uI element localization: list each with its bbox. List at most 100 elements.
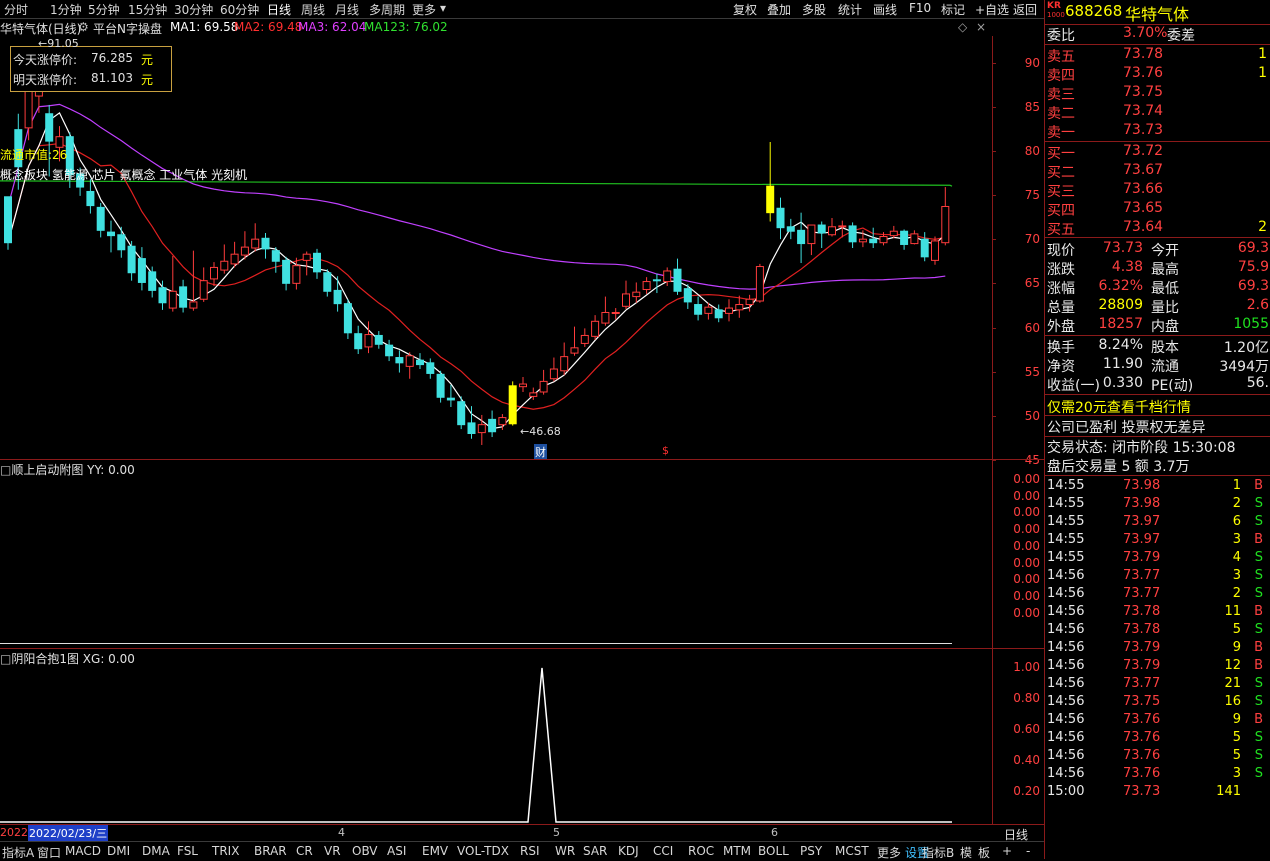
candle-body[interactable] bbox=[498, 417, 507, 426]
candle-body[interactable] bbox=[436, 373, 445, 398]
period-multi[interactable]: 多周期 bbox=[369, 1, 405, 18]
period-30min[interactable]: 30分钟 bbox=[174, 1, 213, 18]
indicator-tab-21[interactable]: BOLL bbox=[758, 844, 789, 858]
indicator-tab-0[interactable]: 指标A bbox=[2, 844, 34, 861]
candle-body[interactable] bbox=[652, 279, 661, 282]
indicator-tab-17[interactable]: KDJ bbox=[618, 844, 639, 858]
date-selected[interactable]: 2022/02/23/三 bbox=[28, 825, 109, 841]
candle-body[interactable] bbox=[426, 362, 435, 374]
candle-body[interactable] bbox=[519, 383, 527, 388]
candle-body[interactable] bbox=[477, 424, 486, 434]
indicator-tab-14[interactable]: RSI bbox=[520, 844, 540, 858]
candle-body[interactable] bbox=[467, 422, 476, 434]
promo-text[interactable]: 仅需20元查看千档行情 bbox=[1047, 400, 1191, 416]
tool-diejia[interactable]: 叠加 bbox=[767, 1, 791, 18]
bid-row[interactable]: 买二 73.67 bbox=[1047, 162, 1269, 181]
candle-body[interactable] bbox=[848, 225, 857, 243]
candle-body[interactable] bbox=[354, 333, 363, 350]
candle-body[interactable] bbox=[601, 311, 610, 324]
candle-body[interactable] bbox=[251, 238, 260, 249]
candle-body[interactable] bbox=[446, 397, 455, 401]
candle-body[interactable] bbox=[416, 359, 424, 366]
indicator-tab-19[interactable]: ROC bbox=[688, 844, 714, 858]
bottom-right-3[interactable]: + bbox=[1002, 844, 1012, 858]
indicator-tab-1[interactable]: 窗口 bbox=[37, 844, 61, 861]
candle-body[interactable] bbox=[869, 238, 878, 244]
tool-huaxian[interactable]: 画线 bbox=[873, 1, 897, 18]
candle-body[interactable] bbox=[858, 238, 867, 243]
candlestick-chart[interactable] bbox=[0, 36, 992, 460]
candle-body[interactable] bbox=[683, 288, 692, 303]
candle-body[interactable] bbox=[230, 253, 239, 265]
candle-body[interactable] bbox=[529, 392, 538, 397]
period-5min[interactable]: 5分钟 bbox=[88, 1, 120, 18]
candle-body[interactable] bbox=[632, 291, 641, 298]
candle-body[interactable] bbox=[385, 344, 394, 357]
candle-body[interactable] bbox=[158, 287, 167, 304]
candle-body[interactable] bbox=[694, 304, 703, 315]
candle-body[interactable] bbox=[663, 270, 672, 283]
candle-body[interactable] bbox=[611, 311, 620, 314]
indicator-tab-5[interactable]: FSL bbox=[177, 844, 198, 858]
ask-row[interactable]: 卖四 73.76 1 bbox=[1047, 65, 1269, 84]
candle-body[interactable] bbox=[889, 230, 898, 237]
period-fenshi[interactable]: 分时 bbox=[4, 1, 28, 18]
candle-body[interactable] bbox=[488, 418, 497, 433]
candle-body[interactable] bbox=[735, 304, 744, 311]
indicator-name[interactable]: 平台N字操盘 bbox=[93, 20, 162, 37]
candle-body[interactable] bbox=[920, 238, 929, 258]
candle-body[interactable] bbox=[766, 185, 775, 214]
indicator-tab-2[interactable]: MACD bbox=[65, 844, 101, 858]
indicator-tab-3[interactable]: DMI bbox=[107, 844, 130, 858]
candle-body[interactable] bbox=[395, 357, 404, 364]
candle-body[interactable] bbox=[549, 368, 558, 380]
ask-row[interactable]: 卖五 73.78 1 bbox=[1047, 46, 1269, 65]
ask-row[interactable]: 卖三 73.75 bbox=[1047, 84, 1269, 103]
period-daily[interactable]: 日线 bbox=[267, 1, 291, 18]
indicator-tab-12[interactable]: EMV bbox=[422, 844, 448, 858]
candle-body[interactable] bbox=[508, 385, 517, 425]
candle-body[interactable] bbox=[45, 113, 54, 142]
candle-body[interactable] bbox=[313, 252, 321, 273]
candle-body[interactable] bbox=[168, 290, 177, 309]
candle-body[interactable] bbox=[220, 260, 229, 271]
period-more[interactable]: 更多 bbox=[412, 1, 436, 18]
candle-body[interactable] bbox=[931, 240, 939, 261]
tool-f10[interactable]: F10 bbox=[909, 1, 931, 15]
candle-body[interactable] bbox=[137, 258, 146, 283]
candle-body[interactable] bbox=[457, 401, 466, 426]
candle-body[interactable] bbox=[560, 356, 569, 372]
bottom-right-2[interactable]: 板 bbox=[978, 844, 990, 861]
tool-fanhui[interactable]: 返回 bbox=[1013, 1, 1037, 18]
ask-row[interactable]: 卖一 73.73 bbox=[1047, 122, 1269, 141]
candle-body[interactable] bbox=[127, 245, 136, 274]
period-1min[interactable]: 1分钟 bbox=[50, 1, 82, 18]
candle-body[interactable] bbox=[24, 88, 33, 129]
indicator-tab-7[interactable]: BRAR bbox=[254, 844, 287, 858]
indicator-tab-16[interactable]: SAR bbox=[583, 844, 607, 858]
candle-body[interactable] bbox=[148, 271, 157, 291]
period-60min[interactable]: 60分钟 bbox=[220, 1, 259, 18]
candle-body[interactable] bbox=[405, 355, 414, 367]
candle-body[interactable] bbox=[622, 293, 630, 307]
bid-row[interactable]: 买五 73.64 2 bbox=[1047, 219, 1269, 238]
bottom-right-1[interactable]: 模 bbox=[960, 844, 972, 861]
candle-body[interactable] bbox=[755, 266, 764, 302]
candle-body[interactable] bbox=[179, 286, 188, 308]
candle-body[interactable] bbox=[941, 205, 950, 244]
candle-body[interactable] bbox=[343, 303, 352, 334]
bid-row[interactable]: 买一 73.72 bbox=[1047, 143, 1269, 162]
bottom-right-4[interactable]: - bbox=[1026, 844, 1030, 858]
indicator-tab-8[interactable]: CR bbox=[296, 844, 313, 858]
tool-zixuan[interactable]: +自选 bbox=[975, 1, 1009, 18]
candle-body[interactable] bbox=[199, 280, 208, 300]
candle-body[interactable] bbox=[302, 253, 311, 261]
candle-body[interactable] bbox=[900, 230, 909, 245]
candle-body[interactable] bbox=[374, 334, 383, 345]
candle-body[interactable] bbox=[117, 234, 126, 251]
tool-duogu[interactable]: 多股 bbox=[802, 1, 826, 18]
candle-body[interactable] bbox=[580, 334, 589, 344]
candle-body[interactable] bbox=[323, 272, 332, 292]
indicator-tab-13[interactable]: VOL-TDX bbox=[457, 844, 509, 858]
candle-body[interactable] bbox=[96, 206, 105, 231]
